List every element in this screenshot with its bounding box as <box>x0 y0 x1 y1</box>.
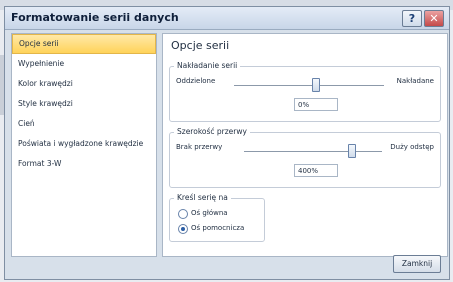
nav-item-3d-format[interactable]: Format 3-W <box>12 154 156 174</box>
close-button[interactable]: Zamknij <box>393 255 441 273</box>
gap-slider-thumb[interactable] <box>348 144 356 158</box>
overlap-right-label: Nakładane <box>396 77 434 85</box>
nav-item-border-color[interactable]: Kolor krawędzi <box>12 74 156 94</box>
overlap-group: Nakładanie serii Oddzielone Nakładane 0% <box>169 61 441 122</box>
nav-item-border-styles[interactable]: Style krawędzi <box>12 94 156 114</box>
gap-width-group: Szerokość przerwy Brak przerwy Duży odst… <box>169 127 441 188</box>
nav-item-series-options[interactable]: Opcje serii <box>12 34 156 54</box>
help-button[interactable]: ? <box>402 10 422 27</box>
format-series-dialog: Formatowanie serii danych ? ✕ Opcje seri… <box>4 6 450 280</box>
titlebar: Formatowanie serii danych ? ✕ <box>5 7 449 30</box>
category-list: Opcje serii Wypełnienie Kolor krawędzi S… <box>11 33 157 257</box>
nav-item-fill[interactable]: Wypełnienie <box>12 54 156 74</box>
secondary-axis-radio[interactable] <box>178 224 188 234</box>
overlap-slider-track[interactable] <box>234 85 384 86</box>
overlap-left-label: Oddzielone <box>176 77 216 85</box>
overlap-legend: Nakładanie serii <box>174 61 241 70</box>
primary-axis-label: Oś główna <box>191 209 228 217</box>
overlap-value-input[interactable]: 0% <box>294 98 338 111</box>
dialog-title: Formatowanie serii danych <box>11 11 179 24</box>
nav-item-glow-soft-edges[interactable]: Poświata i wygładzone krawędzie <box>12 134 156 154</box>
overlap-slider-thumb[interactable] <box>312 78 320 92</box>
plot-on-group: Kreśl serię na Oś główna Oś pomocnicza <box>169 193 265 242</box>
gap-left-label: Brak przerwy <box>176 143 223 151</box>
primary-axis-radio[interactable] <box>178 209 188 219</box>
close-icon[interactable]: ✕ <box>424 10 444 27</box>
nav-item-shadow[interactable]: Cień <box>12 114 156 134</box>
secondary-axis-label: Oś pomocnicza <box>191 224 245 232</box>
gap-width-legend: Szerokość przerwy <box>174 127 250 136</box>
content-panel: Opcje serii Nakładanie serii Oddzielone … <box>162 33 448 257</box>
gap-right-label: Duży odstęp <box>390 143 434 151</box>
gap-slider-track[interactable] <box>244 151 382 152</box>
section-title: Opcje serii <box>171 39 230 52</box>
gap-value-input[interactable]: 400% <box>294 164 338 177</box>
plot-on-legend: Kreśl serię na <box>174 193 231 202</box>
